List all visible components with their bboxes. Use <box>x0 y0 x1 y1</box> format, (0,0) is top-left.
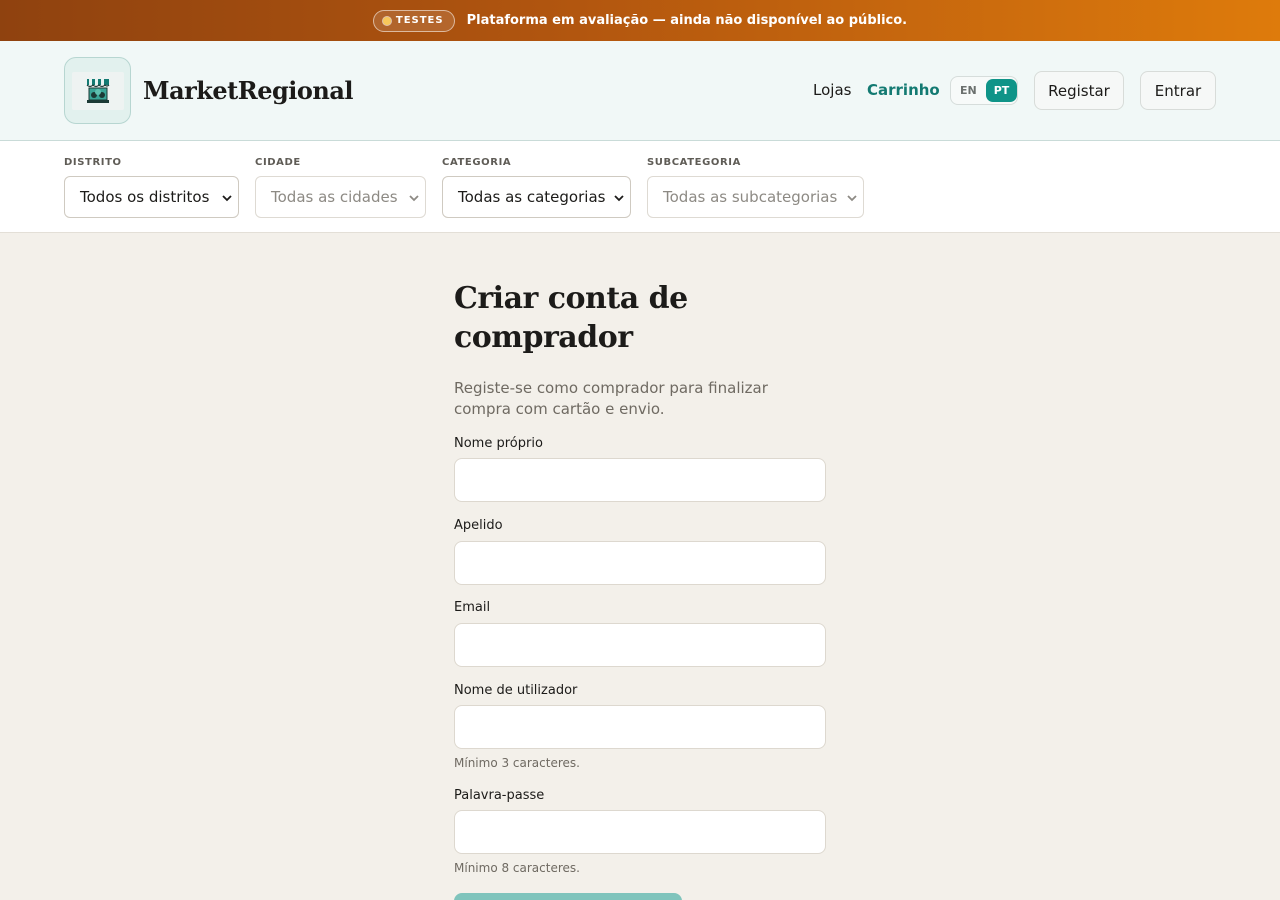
username-label: Nome de utilizador <box>454 683 578 698</box>
banner-message: Plataforma em avaliação — ainda não disp… <box>466 13 908 28</box>
market-stall-icon <box>86 78 109 103</box>
first-name-label: Nome próprio <box>454 436 543 451</box>
email-label: Email <box>454 600 491 615</box>
logo[interactable] <box>64 57 131 124</box>
chevron-down-icon <box>409 195 419 202</box>
chevron-down-icon <box>222 195 232 202</box>
password-hint: Mínimo 8 caracteres. <box>454 861 580 875</box>
page-subtitle: Registe-se como comprador para finalizar… <box>454 379 768 418</box>
test-badge-label: TESTES <box>395 15 444 26</box>
filter-categoria-select[interactable]: Todas as categorias <box>442 176 631 218</box>
filter-distrito-label: DISTRITO <box>64 157 122 168</box>
filter-subcategoria-select[interactable]: Todas as subcategorias <box>647 176 864 218</box>
filter-subcategoria-label: SUBCATEGORIA <box>647 157 741 168</box>
chevron-down-icon <box>847 195 857 202</box>
submit-button[interactable] <box>454 893 682 900</box>
chevron-down-icon <box>614 195 624 202</box>
filters-bar: DISTRITO Todos os distritos CIDADE Todas… <box>0 141 1280 233</box>
site-header: MarketRegional Lojas Carrinho EN PT Regi… <box>0 41 1280 141</box>
filter-distrito-value: Todos os distritos <box>80 188 210 206</box>
password-field[interactable] <box>454 810 826 854</box>
nav-lojas[interactable]: Lojas <box>813 81 851 99</box>
username-field[interactable] <box>454 705 826 749</box>
filter-categoria-label: CATEGORIA <box>442 157 512 168</box>
filter-cidade-value: Todas as cidades <box>271 188 398 206</box>
filter-distrito-select[interactable]: Todos os distritos <box>64 176 239 218</box>
test-badge: TESTES <box>372 9 455 32</box>
status-dot-icon <box>382 16 391 25</box>
register-button[interactable]: Registar <box>1034 71 1124 110</box>
language-toggle: EN PT <box>950 76 1018 105</box>
first-name-field[interactable] <box>454 458 826 502</box>
login-button[interactable]: Entrar <box>1140 71 1216 110</box>
page-title: Criar conta de comprador <box>454 281 688 355</box>
brand-name[interactable]: MarketRegional <box>143 76 353 105</box>
filter-cidade-label: CIDADE <box>255 157 301 168</box>
email-field[interactable] <box>454 623 826 667</box>
nav-carrinho[interactable]: Carrinho <box>867 81 940 99</box>
test-banner: TESTES Plataforma em avaliação — ainda n… <box>0 0 1280 41</box>
filter-cidade-select[interactable]: Todas as cidades <box>255 176 426 218</box>
lang-en-option[interactable]: EN <box>960 84 977 97</box>
username-hint: Mínimo 3 caracteres. <box>454 756 580 770</box>
last-name-field[interactable] <box>454 541 826 585</box>
filter-subcategoria-value: Todas as subcategorias <box>663 188 838 206</box>
lang-pt-option[interactable]: PT <box>986 79 1017 102</box>
filter-categoria-value: Todas as categorias <box>458 188 606 206</box>
last-name-label: Apelido <box>454 518 503 533</box>
password-label: Palavra-passe <box>454 788 545 803</box>
